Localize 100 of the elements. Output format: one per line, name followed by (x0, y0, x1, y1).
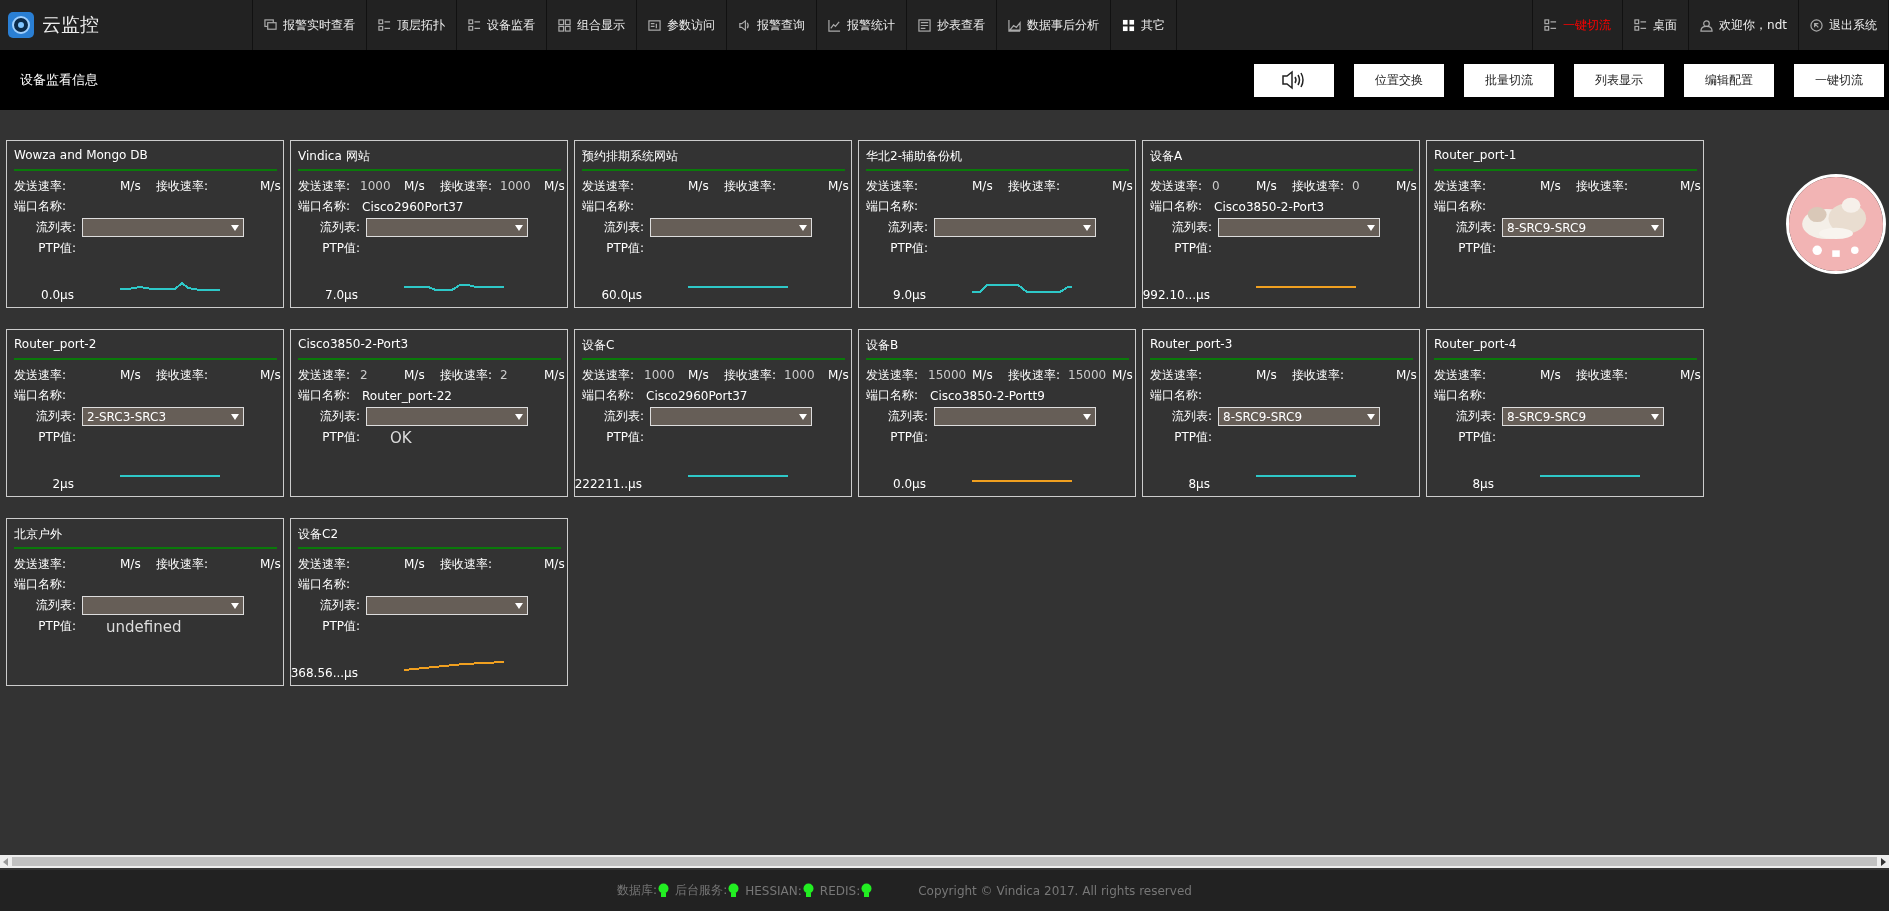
stream-dropdown[interactable] (934, 218, 1096, 237)
field-label: 接收速率: (156, 555, 210, 573)
stream-dropdown[interactable] (366, 407, 528, 426)
stream-dropdown[interactable] (934, 407, 1096, 426)
panel-icon (648, 18, 661, 32)
field-label: 接收速率: (1008, 366, 1062, 384)
scrollbar[interactable] (0, 855, 1889, 868)
stream-dropdown[interactable] (82, 218, 244, 237)
field-label: 接收速率: (1008, 177, 1062, 195)
stream-dropdown[interactable]: 8-SRC9-SRC9 (1502, 407, 1664, 426)
field-label: 接收速率: (724, 177, 778, 195)
field-label: 发送速率: (14, 555, 68, 573)
field-label: 接收速率: (1292, 366, 1346, 384)
field-label: 流列表: (34, 408, 76, 425)
unit-label: M/s (1112, 368, 1134, 382)
field-label: 发送速率: (14, 177, 68, 195)
stream-dropdown[interactable]: 8-SRC9-SRC9 (1218, 407, 1380, 426)
card-title: Vindica 网站 (298, 148, 371, 164)
field-label: 流列表: (34, 597, 76, 614)
field-label: 端口名称: (866, 198, 920, 215)
stream-dropdown[interactable] (650, 407, 812, 426)
unit-label: M/s (688, 179, 710, 193)
card-title: 北京户外 (14, 526, 63, 542)
toolbar-button[interactable]: 批量切流 (1464, 63, 1554, 97)
field-label: 发送速率: (298, 555, 352, 573)
field-label: 发送速率: (1150, 177, 1204, 195)
logo-icon (8, 12, 34, 38)
list-icon (1544, 18, 1558, 32)
field-value: 0 (1352, 179, 1361, 193)
unit-label: M/s (1256, 179, 1278, 193)
unit-label: M/s (1540, 179, 1562, 193)
field-label: 接收速率: (1292, 177, 1346, 195)
card-title: 设备C (582, 337, 616, 353)
field-label: 发送速率: (582, 177, 636, 195)
stream-dropdown[interactable]: 8-SRC9-SRC9 (1502, 218, 1664, 237)
field-label: PTP值: (1173, 240, 1212, 257)
field-label: 接收速率: (724, 366, 778, 384)
card-title: Router_port-1 (1434, 148, 1518, 164)
field-label: 端口名称: (1150, 198, 1204, 215)
sound-button[interactable] (1254, 63, 1334, 97)
field-label: 端口名称: (298, 576, 352, 593)
field-label: 端口名称: (1150, 387, 1204, 404)
ptp-value: 0.0μs (893, 477, 926, 491)
logout-icon (1810, 18, 1823, 32)
field-label: PTP值: (1457, 429, 1496, 446)
field-label: 发送速率: (866, 177, 920, 195)
field-label: 流列表: (886, 219, 928, 236)
field-value: Cisco3850-2-Port3 (1214, 199, 1325, 214)
stream-dropdown[interactable] (1218, 218, 1380, 237)
unit-label: M/s (688, 368, 710, 382)
toolbar-button[interactable]: 一键切流 (1794, 63, 1884, 97)
unit-label: M/s (1256, 368, 1278, 382)
field-value: 0 (1212, 179, 1221, 193)
stream-dropdown[interactable] (366, 596, 528, 615)
stream-dropdown[interactable] (82, 596, 244, 615)
caret-icon (515, 224, 523, 231)
field-label: 发送速率: (298, 177, 352, 195)
ptp-value: 7.0μs (325, 288, 358, 302)
service-label: HESSIAN: (745, 883, 802, 898)
unit-label: M/s (1540, 368, 1562, 382)
caret-icon (1083, 224, 1091, 231)
field-label: PTP值: (605, 240, 644, 257)
field-label: 流列表: (602, 408, 644, 425)
unit-label: M/s (404, 557, 426, 571)
field-label: PTP值: (605, 429, 644, 446)
service-label: 后台服务: (675, 882, 728, 899)
copyright: Copyright © Vindica 2017. All rights reserved (918, 883, 1192, 898)
toolbar-button[interactable]: 编辑配置 (1684, 63, 1774, 97)
field-label: 端口名称: (298, 387, 352, 404)
field-label: 接收速率: (156, 177, 210, 195)
field-label: 接收速率: (1576, 177, 1630, 195)
unit-label: M/s (544, 368, 566, 382)
field-label: 发送速率: (582, 366, 636, 384)
field-label: 流列表: (34, 219, 76, 236)
stream-dropdown[interactable] (650, 218, 812, 237)
field-value: 1000 (784, 368, 816, 382)
scroll-right-icon[interactable] (1880, 857, 1886, 866)
unit-label: M/s (120, 179, 142, 193)
unit-label: M/s (1680, 179, 1702, 193)
ptp-value: 8μs (1472, 477, 1494, 491)
caret-icon (515, 602, 523, 609)
stream-dropdown[interactable]: 2-SRC3-SRC3 (82, 407, 244, 426)
area-chart-icon (1008, 18, 1021, 32)
unit-label: M/s (1112, 179, 1134, 193)
ptp-value: 368.56...μs (291, 666, 358, 680)
field-label: PTP值: (37, 618, 76, 635)
app-title: 云监控 (42, 12, 99, 37)
toolbar-button[interactable]: 位置交换 (1354, 63, 1444, 97)
unit-label: M/s (260, 179, 282, 193)
service-label: 数据库: (617, 882, 658, 899)
toolbar-button[interactable]: 列表显示 (1574, 63, 1664, 97)
stream-dropdown[interactable] (366, 218, 528, 237)
unit-label: M/s (120, 368, 142, 382)
field-label: 接收速率: (1576, 366, 1630, 384)
screens-icon (264, 18, 277, 32)
caret-icon (231, 602, 239, 609)
unit-label: M/s (972, 368, 994, 382)
field-label: 流列表: (318, 408, 360, 425)
scroll-left-icon[interactable] (3, 857, 9, 866)
field-value: 2 (500, 368, 509, 382)
